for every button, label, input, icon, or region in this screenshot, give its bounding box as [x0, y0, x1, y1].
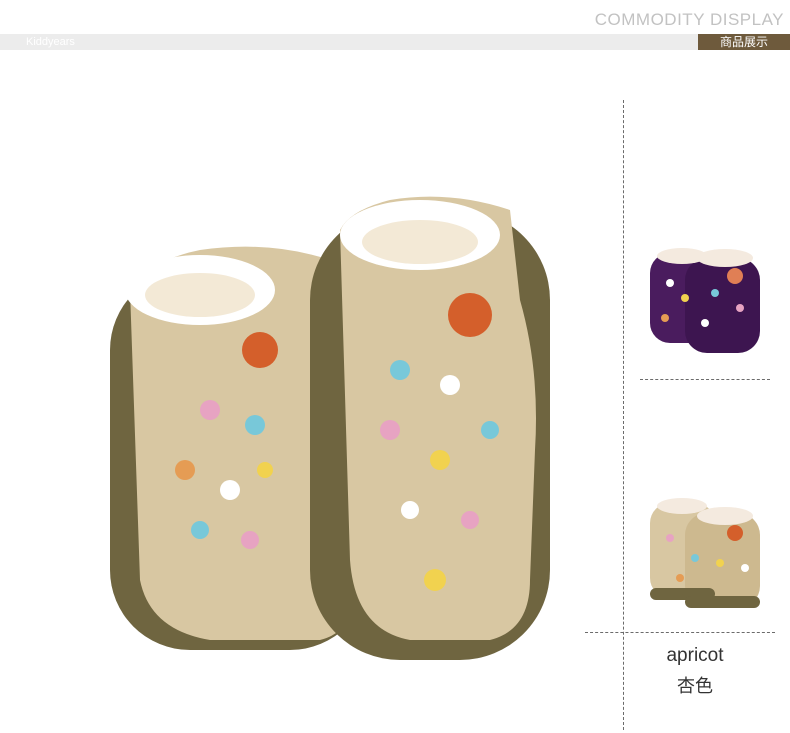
- apricot-boots-icon: [650, 498, 760, 608]
- purple-boots-icon: [650, 248, 760, 353]
- divider-horizontal: [640, 379, 770, 380]
- variant-label-cn: 杏色: [677, 676, 713, 696]
- product-main-image: [90, 170, 550, 675]
- divider-horizontal: [585, 632, 775, 633]
- variant-label: apricot: [666, 645, 724, 666]
- variant-thumbnail-purple[interactable]: [640, 238, 780, 368]
- page-title: COMMODITY DISPLAY: [594, 10, 784, 29]
- brand-label: Kiddyears: [26, 36, 75, 48]
- right-boot-icon: [310, 196, 550, 660]
- divider-vertical: [623, 100, 624, 730]
- header-bar: [0, 34, 790, 50]
- section-tag: 商品展示: [698, 34, 790, 50]
- variant-thumbnail-apricot[interactable]: [640, 488, 780, 618]
